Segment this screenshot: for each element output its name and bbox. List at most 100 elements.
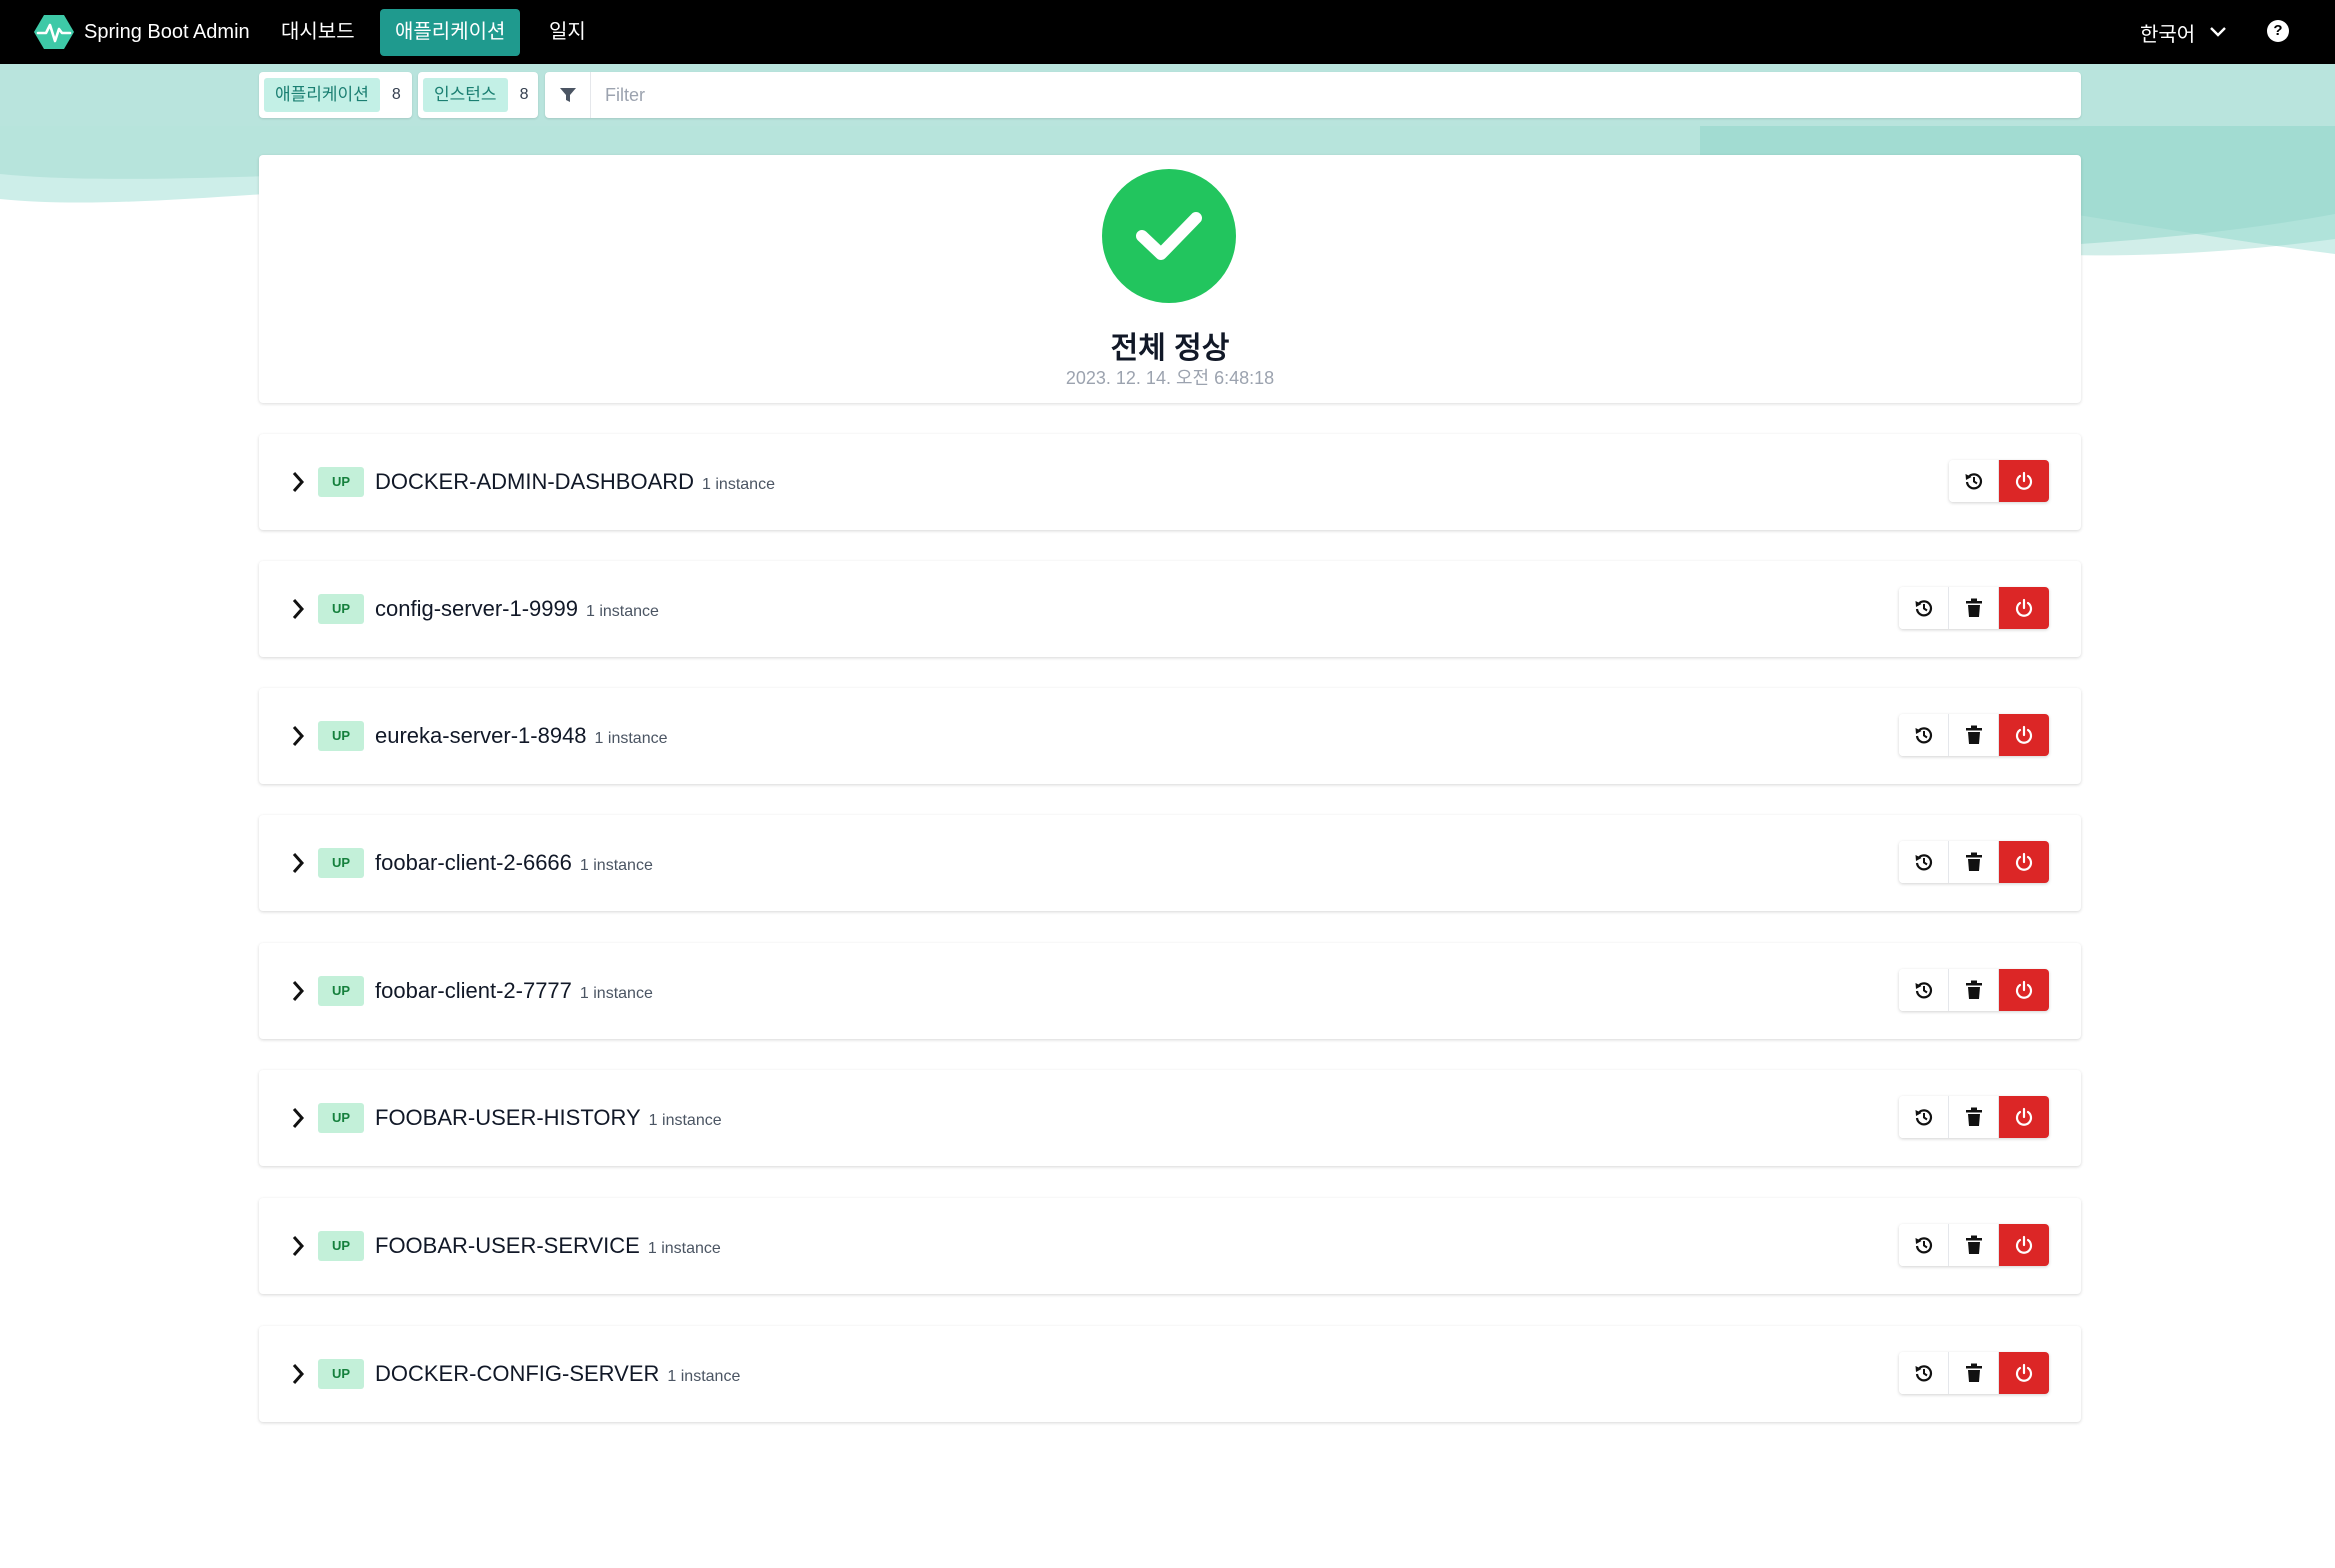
application-name: foobar-client-2-7777 1 instance [375, 976, 653, 1009]
application-row[interactable]: UP DOCKER-ADMIN-DASHBOARD 1 instance [259, 434, 2081, 530]
chevron-right-icon[interactable] [289, 1362, 307, 1386]
application-name-text: DOCKER-ADMIN-DASHBOARD [375, 469, 695, 494]
power-icon [2015, 1363, 2033, 1382]
shutdown-button[interactable] [1999, 841, 2049, 883]
power-icon [2015, 980, 2033, 999]
chevron-right-icon[interactable] [289, 1234, 307, 1258]
filter-input[interactable] [591, 83, 2007, 107]
restart-button[interactable] [1899, 714, 1949, 756]
application-name-text: config-server-1-9999 [375, 596, 578, 621]
restart-button[interactable] [1899, 969, 1949, 1011]
action-button-group [1899, 714, 2049, 756]
restart-button[interactable] [1949, 460, 1999, 502]
restart-button[interactable] [1899, 1352, 1949, 1394]
chevron-down-icon [2210, 27, 2227, 37]
language-selector[interactable]: 한국어 [2140, 16, 2227, 48]
brand-link[interactable]: Spring Boot Admin [34, 14, 250, 50]
application-name-text: foobar-client-2-6666 [375, 850, 572, 875]
application-row[interactable]: UP DOCKER-CONFIG-SERVER 1 instance [259, 1326, 2081, 1422]
nav-applications[interactable]: 애플리케이션 [380, 9, 521, 56]
power-icon [2015, 852, 2033, 871]
shutdown-button[interactable] [1999, 1224, 2049, 1266]
action-button-group [1899, 587, 2049, 629]
status-badge: UP [318, 976, 365, 1006]
application-row[interactable]: UP foobar-client-2-7777 1 instance [259, 943, 2081, 1039]
application-name-text: foobar-client-2-7777 [375, 978, 572, 1003]
chevron-right-icon[interactable] [289, 1106, 307, 1130]
delete-button[interactable] [1949, 1352, 1999, 1394]
power-icon [2015, 598, 2033, 617]
applications-count: 8 [391, 86, 401, 103]
top-navbar: Spring Boot Admin 대시보드 애플리케이션 일지 한국어 ? [0, 0, 2335, 64]
question-circle-icon[interactable]: ? [2267, 20, 2289, 42]
action-button-group [1899, 841, 2049, 883]
delete-button[interactable] [1949, 714, 1999, 756]
history-icon [1915, 727, 1932, 744]
power-icon [2015, 725, 2033, 744]
instance-count: 1 instance [585, 603, 659, 620]
chevron-right-icon[interactable] [289, 470, 307, 494]
power-icon [2015, 1235, 2033, 1254]
status-badge: UP [318, 721, 365, 751]
instances-tag: 인스턴스 [423, 78, 508, 112]
chevron-right-icon[interactable] [289, 724, 307, 748]
application-name: config-server-1-9999 1 instance [375, 594, 659, 627]
language-label: 한국어 [2140, 23, 2196, 46]
shutdown-button[interactable] [1999, 587, 2049, 629]
action-button-group [1899, 1096, 2049, 1138]
application-row[interactable]: UP config-server-1-9999 1 instance [259, 561, 2081, 657]
status-badge: UP [318, 1231, 365, 1261]
action-button-group [1899, 969, 2049, 1011]
health-timestamp: 2023. 12. 14. 오전 6:48:18 [1065, 368, 1275, 388]
applications-tag: 애플리케이션 [264, 78, 380, 112]
application-name-text: FOOBAR-USER-HISTORY [375, 1105, 641, 1130]
shutdown-button[interactable] [1999, 714, 2049, 756]
restart-button[interactable] [1899, 587, 1949, 629]
delete-button[interactable] [1949, 969, 1999, 1011]
application-name-text: eureka-server-1-8948 [375, 723, 587, 748]
restart-button[interactable] [1899, 841, 1949, 883]
application-row[interactable]: UP FOOBAR-USER-SERVICE 1 instance [259, 1198, 2081, 1294]
delete-button[interactable] [1949, 587, 1999, 629]
delete-button[interactable] [1949, 1224, 1999, 1266]
application-row[interactable]: UP FOOBAR-USER-HISTORY 1 instance [259, 1070, 2081, 1166]
shutdown-button[interactable] [1999, 1352, 2049, 1394]
application-name: DOCKER-CONFIG-SERVER 1 instance [375, 1359, 740, 1392]
shutdown-button[interactable] [1999, 460, 2049, 502]
chevron-right-icon[interactable] [289, 597, 307, 621]
chevron-right-icon[interactable] [289, 979, 307, 1003]
status-badge: UP [318, 1359, 365, 1389]
delete-button[interactable] [1949, 841, 1999, 883]
restart-button[interactable] [1899, 1096, 1949, 1138]
delete-button[interactable] [1949, 1096, 1999, 1138]
action-button-group [1899, 1224, 2049, 1266]
instances-count: 8 [519, 86, 529, 103]
status-badge: UP [318, 848, 365, 878]
trash-icon [1965, 725, 1982, 744]
application-name: FOOBAR-USER-HISTORY 1 instance [375, 1103, 722, 1136]
status-badge: UP [318, 594, 365, 624]
shutdown-button[interactable] [1999, 969, 2049, 1011]
applications-count-group: 애플리케이션 8 [259, 72, 412, 118]
filter-field [545, 72, 2081, 118]
chevron-right-icon[interactable] [289, 851, 307, 875]
status-badge: UP [318, 1103, 365, 1133]
power-icon [2015, 1107, 2033, 1126]
trash-icon [1965, 1235, 1982, 1254]
application-name-text: FOOBAR-USER-SERVICE [375, 1233, 640, 1258]
shutdown-button[interactable] [1999, 1096, 2049, 1138]
health-status-title: 전체 정상 [1110, 332, 1230, 365]
overall-health-card: 전체 정상 2023. 12. 14. 오전 6:48:18 [259, 155, 2081, 403]
restart-button[interactable] [1899, 1224, 1949, 1266]
application-row[interactable]: UP foobar-client-2-6666 1 instance [259, 815, 2081, 911]
instance-count: 1 instance [702, 476, 775, 493]
instance-count: 1 instance [594, 730, 668, 747]
application-name: foobar-client-2-6666 1 instance [375, 848, 653, 881]
instance-count: 1 instance [579, 857, 653, 874]
history-icon [1965, 473, 1982, 490]
instance-count: 1 instance [648, 1112, 722, 1129]
nav-dashboard[interactable]: 대시보드 [266, 9, 370, 56]
application-row[interactable]: UP eureka-server-1-8948 1 instance [259, 688, 2081, 784]
history-icon [1915, 1237, 1932, 1254]
nav-journal[interactable]: 일지 [534, 9, 601, 56]
